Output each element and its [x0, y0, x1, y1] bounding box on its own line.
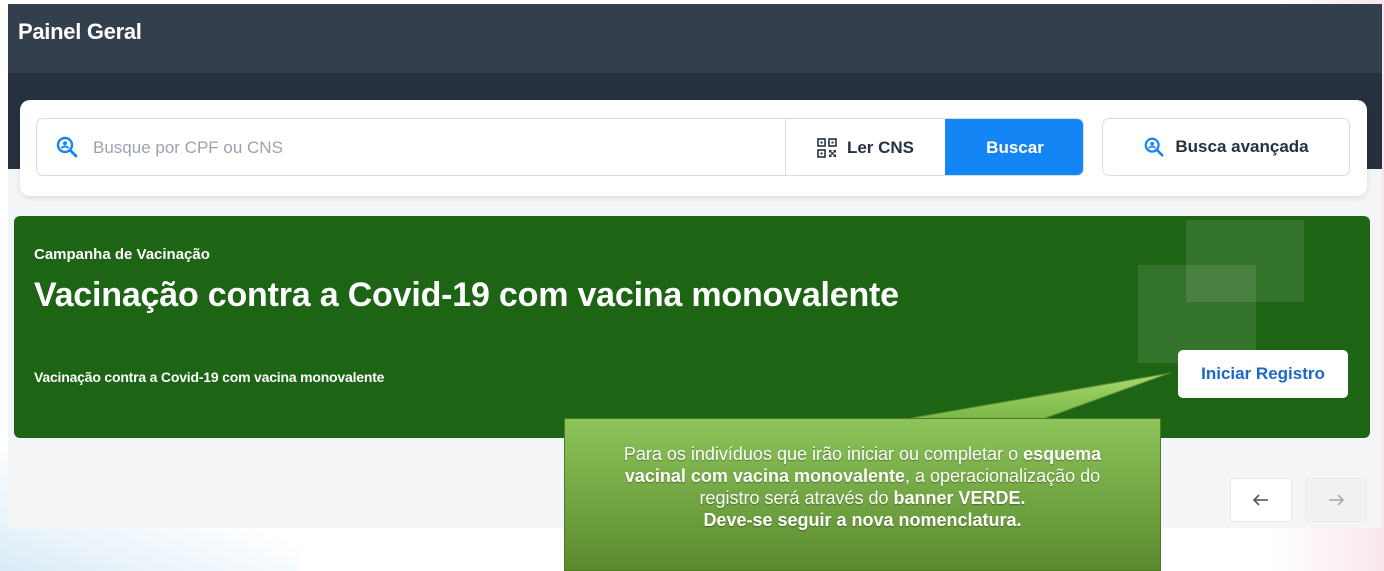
- banner-decoration: [1138, 265, 1256, 363]
- callout-text: , a operacionalização do: [904, 466, 1101, 486]
- callout-emphasis: Deve-se seguir a nova nomenclatura.: [703, 510, 1022, 530]
- search-group: Ler CNS Buscar: [36, 118, 1084, 176]
- banner-title: Vacinação contra a Covid-19 com vacina m…: [34, 276, 899, 314]
- search-card: Ler CNS Buscar Busca avançada: [20, 100, 1367, 196]
- callout-emphasis: vacinal com vacina monovalente: [624, 466, 905, 486]
- callout-text: registro será através do: [699, 488, 894, 508]
- callout-line: registro será através do banner VERDE.: [579, 487, 1146, 509]
- search-input[interactable]: [93, 131, 773, 165]
- search-person-icon: [1145, 137, 1164, 157]
- callout-emphasis: banner VERDE.: [893, 488, 1026, 508]
- read-cns-button[interactable]: Ler CNS: [785, 119, 945, 175]
- carousel-prev-button[interactable]: [1230, 478, 1292, 522]
- advanced-search-label: Busca avançada: [1175, 137, 1309, 156]
- arrow-right-icon: [1329, 494, 1345, 506]
- callout-line: vacinal com vacina monovalente, a operac…: [579, 465, 1146, 487]
- header-bar: Painel Geral: [8, 4, 1382, 73]
- banner-description: Vacinação contra a Covid-19 com vacina m…: [34, 369, 385, 385]
- arrow-left-icon: [1252, 494, 1268, 506]
- qr-code-icon: [817, 138, 837, 158]
- callout-text: Para os indivíduos que irão iniciar ou c…: [623, 444, 1024, 464]
- callout-line: Deve-se seguir a nova nomenclatura.: [579, 509, 1146, 531]
- page-title: Painel Geral: [18, 19, 142, 44]
- search-button[interactable]: Buscar: [945, 119, 1083, 175]
- annotation-callout: Para os indivíduos que irão iniciar ou c…: [564, 418, 1161, 571]
- read-cns-label: Ler CNS: [846, 138, 915, 157]
- advanced-search-button[interactable]: Busca avançada: [1102, 118, 1350, 176]
- callout-emphasis: esquema: [1023, 444, 1102, 464]
- start-registration-button[interactable]: Iniciar Registro: [1178, 350, 1348, 398]
- campaign-banner: Campanha de Vacinação Vacinação contra a…: [14, 216, 1370, 438]
- carousel-next-button[interactable]: [1305, 478, 1367, 522]
- callout-line: Para os indivíduos que irão iniciar ou c…: [579, 443, 1146, 465]
- search-person-icon: [56, 136, 78, 158]
- banner-kicker: Campanha de Vacinação: [34, 246, 210, 263]
